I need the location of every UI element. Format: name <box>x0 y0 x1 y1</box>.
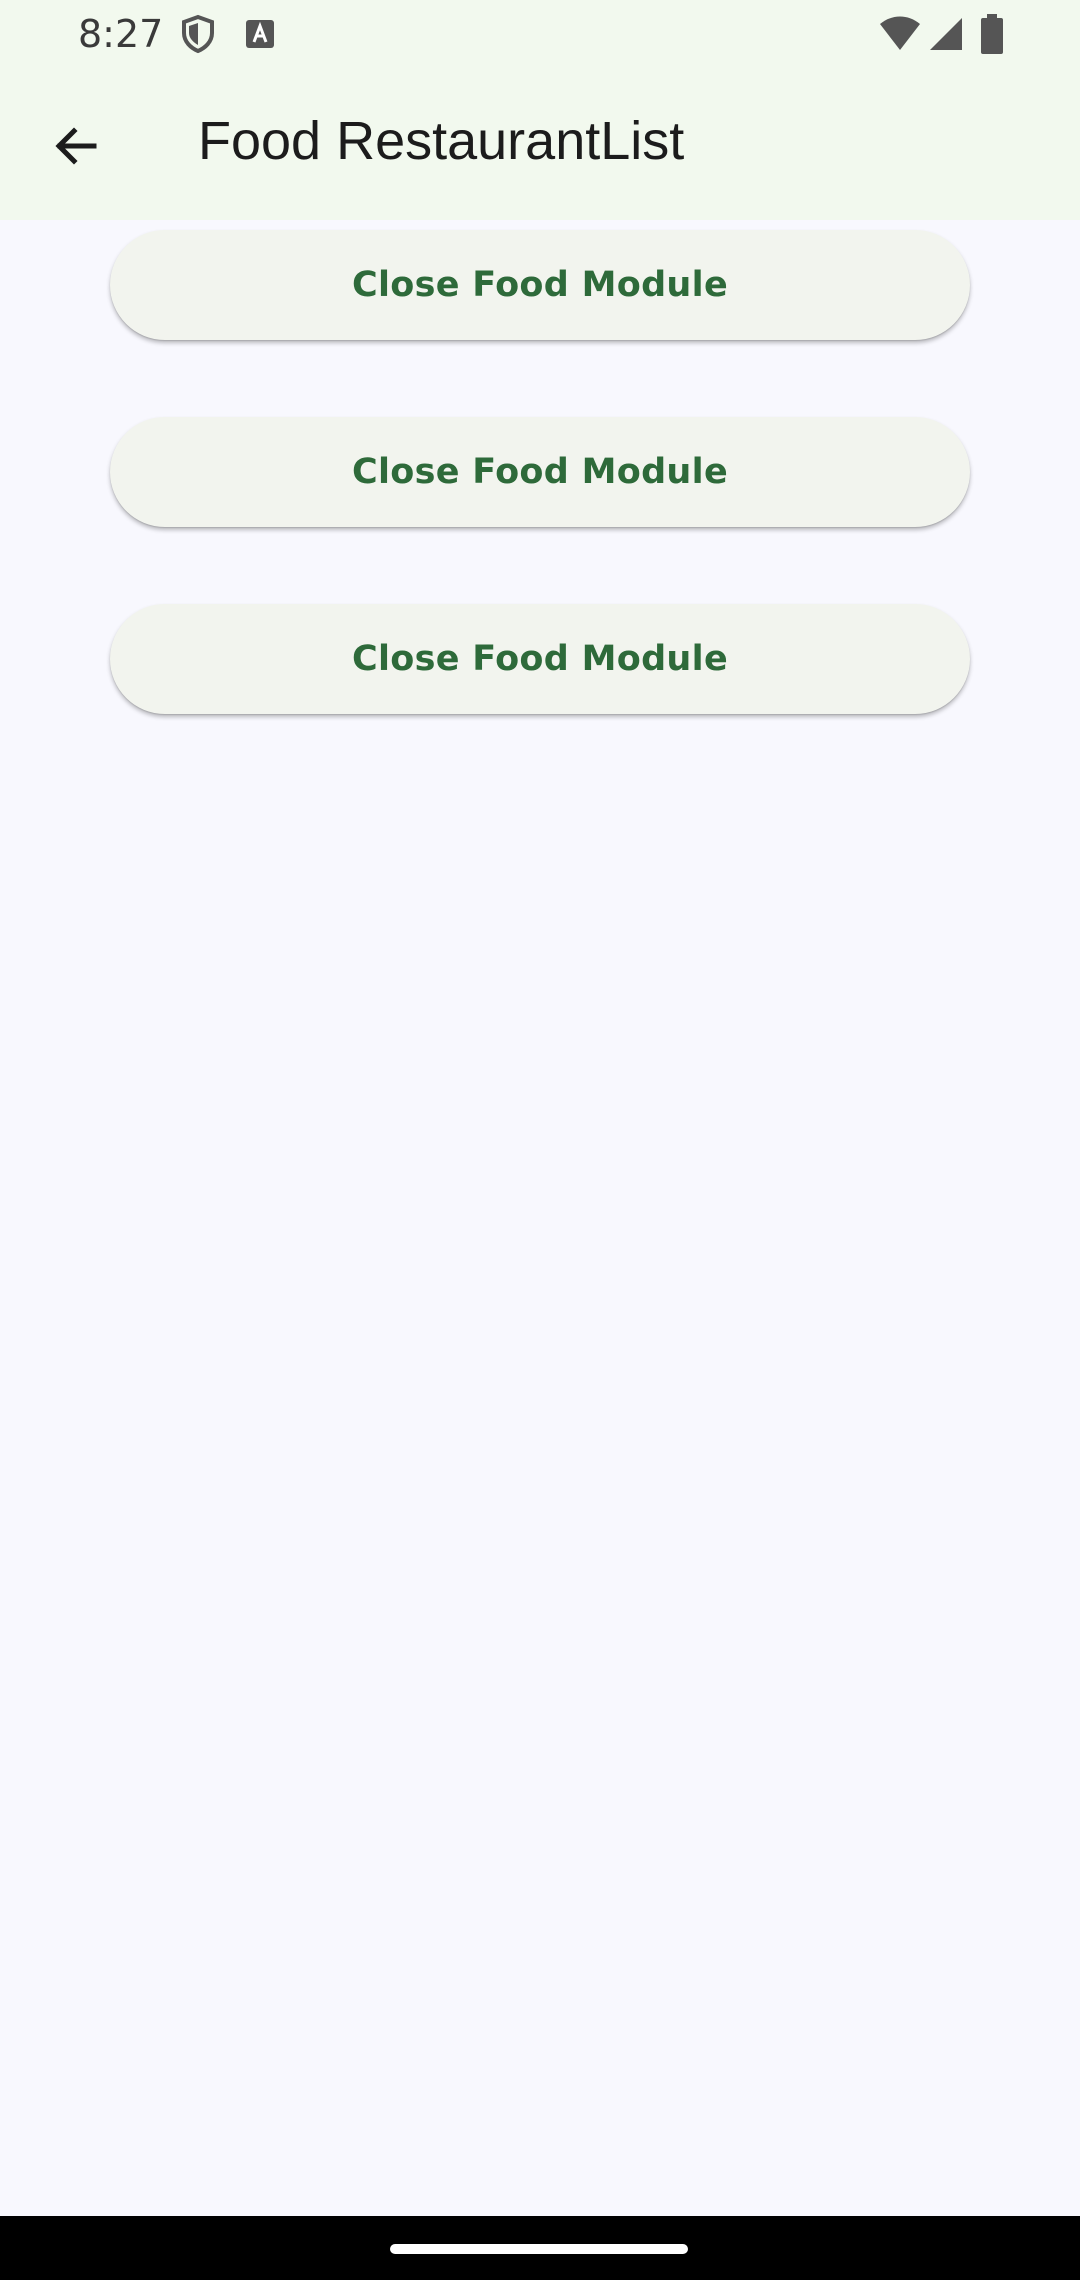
close-food-module-button-3[interactable]: Close Food Module <box>110 604 970 714</box>
app-bar: Food RestaurantList <box>0 70 1080 220</box>
status-bar: 8:27 <box>0 0 1080 70</box>
battery-icon <box>980 14 1004 58</box>
shield-icon <box>178 14 218 58</box>
button-label: Close Food Module <box>352 452 728 492</box>
home-gesture-handle[interactable] <box>390 2244 688 2254</box>
arrow-back-icon <box>52 122 100 174</box>
button-label: Close Food Module <box>352 265 728 305</box>
back-button[interactable] <box>36 108 116 188</box>
system-nav-bar <box>0 2216 1080 2280</box>
wifi-icon <box>878 16 922 56</box>
close-food-module-button-2[interactable]: Close Food Module <box>110 417 970 527</box>
signal-icon <box>928 16 964 56</box>
status-time: 8:27 <box>78 12 164 56</box>
font-icon <box>244 18 276 54</box>
close-food-module-button-1[interactable]: Close Food Module <box>110 230 970 340</box>
button-label: Close Food Module <box>352 639 728 679</box>
page-title: Food RestaurantList <box>198 111 685 171</box>
